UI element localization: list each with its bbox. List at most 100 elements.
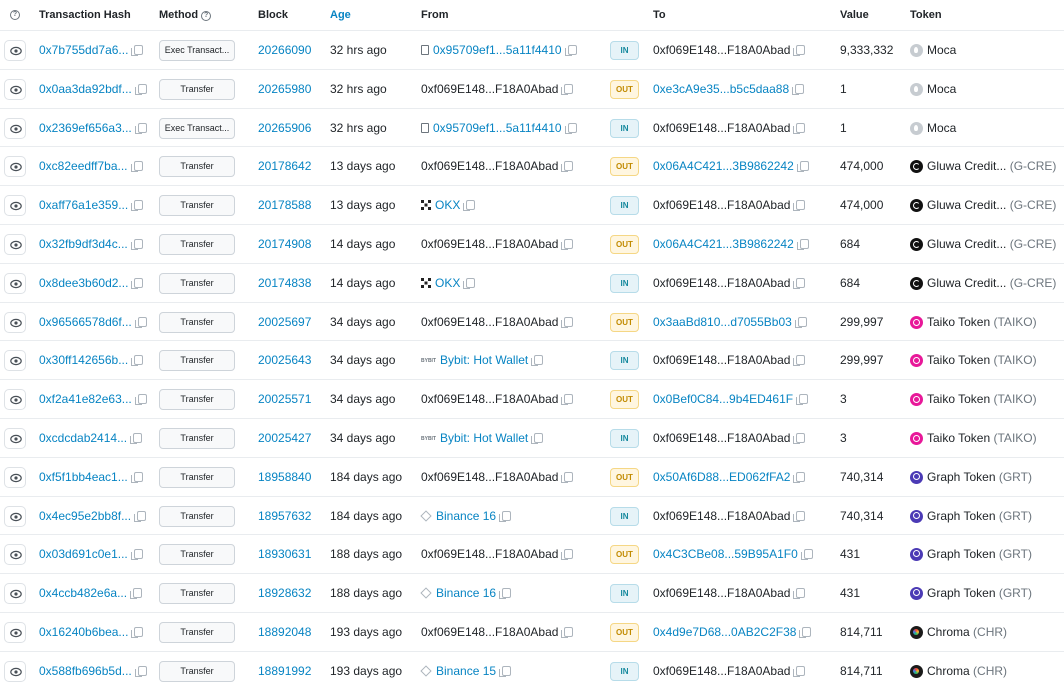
token-name[interactable]: Graph Token bbox=[927, 547, 996, 561]
token-name[interactable]: Taiko Token bbox=[927, 315, 990, 329]
copy-icon[interactable] bbox=[799, 627, 812, 638]
copy-icon[interactable] bbox=[134, 83, 147, 95]
copy-icon[interactable] bbox=[131, 200, 144, 212]
block-link[interactable]: 18928632 bbox=[258, 586, 311, 600]
token-name[interactable]: Taiko Token bbox=[927, 392, 990, 406]
block-link[interactable]: 20174908 bbox=[258, 237, 311, 251]
copy-icon[interactable] bbox=[499, 510, 512, 522]
transaction-hash-link[interactable]: 0xf5f1bb4eac1... bbox=[39, 470, 128, 484]
copy-icon[interactable] bbox=[796, 394, 809, 406]
copy-icon[interactable] bbox=[561, 394, 574, 406]
copy-icon[interactable] bbox=[793, 588, 806, 600]
to-address[interactable]: 0x3aaBd810...d7055Bb03 bbox=[653, 315, 792, 329]
block-link[interactable]: 20266090 bbox=[258, 43, 311, 57]
copy-icon[interactable] bbox=[561, 549, 574, 561]
token-name[interactable]: Taiko Token bbox=[927, 431, 990, 445]
token-cell[interactable]: Graph Token (GRT) bbox=[910, 509, 1032, 523]
token-cell[interactable]: Taiko Token (TAIKO) bbox=[910, 315, 1037, 329]
from-address[interactable]: 0x95709ef1...5a11f4410 bbox=[433, 121, 562, 135]
to-address[interactable]: 0x06A4C421...3B9862242 bbox=[653, 237, 794, 251]
copy-icon[interactable] bbox=[131, 277, 144, 289]
view-details-button[interactable] bbox=[4, 311, 26, 333]
copy-icon[interactable] bbox=[531, 355, 544, 367]
token-cell[interactable]: Graph Token (GRT) bbox=[910, 586, 1032, 601]
copy-icon[interactable] bbox=[561, 627, 574, 638]
transaction-hash-link[interactable]: 0x588fb696b5d... bbox=[39, 664, 132, 678]
view-details-button[interactable] bbox=[4, 272, 26, 294]
transaction-hash-link[interactable]: 0x96566578d6f... bbox=[39, 315, 132, 329]
from-address[interactable]: Binance 16 bbox=[436, 509, 496, 523]
transaction-hash-link[interactable]: 0x8dee3b60d2... bbox=[39, 276, 128, 290]
copy-icon[interactable] bbox=[794, 316, 807, 328]
token-cell[interactable]: Moca bbox=[910, 121, 956, 135]
copy-icon[interactable] bbox=[793, 122, 806, 134]
token-name[interactable]: Graph Token bbox=[927, 586, 996, 600]
token-cell[interactable]: Gluwa Credit... (G-CRE) bbox=[910, 276, 1056, 290]
copy-icon[interactable] bbox=[561, 471, 574, 483]
token-name[interactable]: Chroma bbox=[927, 625, 970, 639]
copy-icon[interactable] bbox=[131, 355, 144, 367]
transaction-hash-link[interactable]: 0x4ccb482e6a... bbox=[39, 586, 127, 600]
info-icon[interactable]: ? bbox=[10, 10, 20, 20]
block-link[interactable]: 20025697 bbox=[258, 315, 311, 329]
token-cell[interactable]: Graph Token (GRT) bbox=[910, 470, 1032, 484]
from-address[interactable]: Binance 15 bbox=[436, 664, 496, 678]
copy-icon[interactable] bbox=[134, 665, 147, 677]
view-details-button[interactable] bbox=[4, 195, 26, 217]
copy-icon[interactable] bbox=[130, 239, 143, 250]
token-name[interactable]: Gluwa Credit... bbox=[927, 237, 1006, 251]
to-address[interactable]: 0x4C3CBe08...59B95A1F0 bbox=[653, 547, 798, 561]
block-link[interactable]: 20025571 bbox=[258, 392, 311, 406]
view-details-button[interactable] bbox=[4, 622, 26, 643]
copy-icon[interactable] bbox=[130, 549, 143, 561]
token-cell[interactable]: Chroma (CHR) bbox=[910, 664, 1007, 678]
copy-icon[interactable] bbox=[130, 161, 143, 173]
copy-icon[interactable] bbox=[793, 471, 806, 483]
view-details-button[interactable] bbox=[4, 117, 26, 139]
to-address[interactable]: 0xe3cA9e35...b5c5daa88 bbox=[653, 82, 789, 96]
copy-icon[interactable] bbox=[796, 161, 809, 173]
token-cell[interactable]: Moca bbox=[910, 82, 956, 96]
token-name[interactable]: Moca bbox=[927, 43, 956, 57]
view-details-button[interactable] bbox=[4, 505, 26, 527]
copy-icon[interactable] bbox=[561, 239, 574, 250]
token-cell[interactable]: Taiko Token (TAIKO) bbox=[910, 431, 1037, 445]
token-cell[interactable]: Chroma (CHR) bbox=[910, 625, 1007, 639]
token-cell[interactable]: Taiko Token (TAIKO) bbox=[910, 353, 1037, 368]
view-details-button[interactable] bbox=[4, 40, 26, 61]
copy-icon[interactable] bbox=[561, 161, 574, 173]
copy-icon[interactable] bbox=[134, 510, 147, 522]
copy-icon[interactable] bbox=[793, 665, 806, 677]
copy-icon[interactable] bbox=[793, 277, 806, 289]
transaction-hash-link[interactable]: 0x0aa3da92bdf... bbox=[39, 82, 132, 96]
block-link[interactable]: 18892048 bbox=[258, 625, 311, 639]
view-details-button[interactable] bbox=[4, 466, 26, 488]
copy-icon[interactable] bbox=[131, 45, 144, 56]
view-details-button[interactable] bbox=[4, 389, 26, 411]
block-link[interactable]: 20178642 bbox=[258, 159, 311, 173]
block-link[interactable]: 20178588 bbox=[258, 198, 311, 212]
view-details-button[interactable] bbox=[4, 350, 26, 372]
to-address[interactable]: 0x06A4C421...3B9862242 bbox=[653, 159, 794, 173]
copy-icon[interactable] bbox=[796, 239, 809, 250]
token-cell[interactable]: Gluwa Credit... (G-CRE) bbox=[910, 237, 1056, 251]
token-name[interactable]: Gluwa Credit... bbox=[927, 159, 1006, 173]
from-address[interactable]: 0x95709ef1...5a11f4410 bbox=[433, 43, 562, 57]
copy-icon[interactable] bbox=[499, 665, 512, 677]
token-name[interactable]: Gluwa Credit... bbox=[927, 276, 1006, 290]
copy-icon[interactable] bbox=[564, 122, 577, 134]
transaction-hash-link[interactable]: 0x30ff142656b... bbox=[39, 353, 128, 367]
copy-icon[interactable] bbox=[793, 510, 806, 522]
transaction-hash-link[interactable]: 0xcdcdab2414... bbox=[39, 431, 127, 445]
copy-icon[interactable] bbox=[130, 471, 143, 483]
copy-icon[interactable] bbox=[793, 200, 806, 212]
copy-icon[interactable] bbox=[793, 433, 806, 444]
copy-icon[interactable] bbox=[134, 394, 147, 406]
token-cell[interactable]: Gluwa Credit... (G-CRE) bbox=[910, 198, 1056, 213]
token-cell[interactable]: Gluwa Credit... (G-CRE) bbox=[910, 159, 1056, 174]
from-address[interactable]: Binance 16 bbox=[436, 586, 496, 600]
copy-icon[interactable] bbox=[130, 433, 143, 444]
transaction-hash-link[interactable]: 0x2369ef656a3... bbox=[39, 121, 132, 135]
from-address[interactable]: OKX bbox=[435, 276, 460, 290]
transaction-hash-link[interactable]: 0xaff76a1e359... bbox=[39, 198, 128, 212]
